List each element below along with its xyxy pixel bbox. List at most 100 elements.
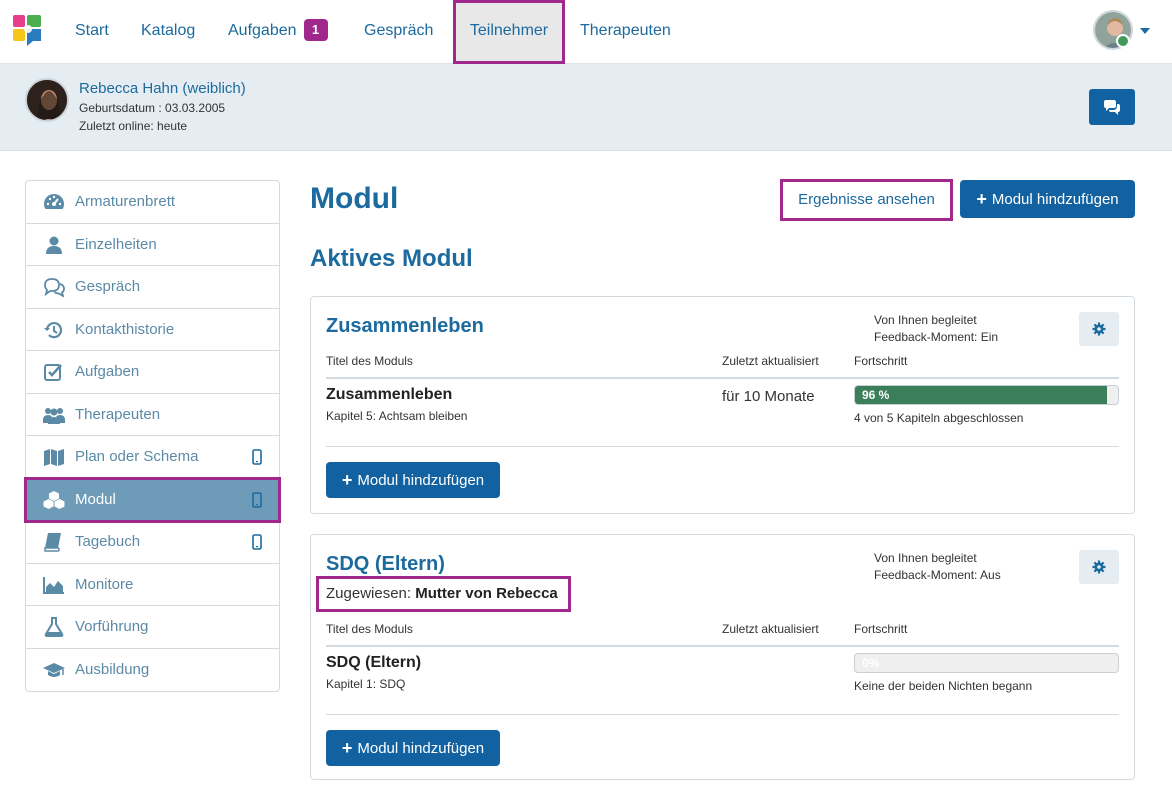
tasks-count-badge: 1 <box>303 19 328 41</box>
module-row-title[interactable]: Zusammenleben <box>326 386 452 404</box>
nav-aufgaben-label: Aufgaben <box>228 22 297 39</box>
mobile-icon <box>252 491 262 508</box>
table-header-divider <box>326 645 1119 647</box>
comments-icon <box>44 278 65 297</box>
sidebar-item-einzelheiten[interactable]: Einzelheiten <box>26 224 279 266</box>
progress-description: 4 von 5 Kapiteln abgeschlossen <box>854 411 1024 425</box>
sidebar-item-label: Ausbildung <box>75 660 150 678</box>
sidebar-menu: Armaturenbrett Einzelheiten Gespräch Kon… <box>24 180 281 692</box>
supervised-by-text: Von Ihnen begleitet <box>874 551 977 565</box>
sidebar-item-modul[interactable]: Modul <box>24 476 281 523</box>
nav-start-label: Start <box>75 22 109 39</box>
column-header-progress: Fortschritt <box>854 354 908 368</box>
nav-aufgaben[interactable]: Aufgaben 1 <box>228 0 328 64</box>
nav-katalog-label: Katalog <box>141 22 196 39</box>
card-divider <box>326 446 1119 447</box>
sidebar-item-aufgaben[interactable]: Aufgaben <box>26 351 279 394</box>
nav-gespraech[interactable]: Gespräch <box>364 0 433 64</box>
sidebar-item-label: Plan oder Schema <box>75 448 199 465</box>
mobile-icon <box>252 449 262 465</box>
sidebar-item-tagebuch[interactable]: Tagebuch <box>26 521 279 564</box>
add-module-label: Modul hindzufügen <box>357 739 485 757</box>
module-card: SDQ (Eltern) Von Ihnen begleitet Feedbac… <box>310 534 1135 780</box>
module-card-title[interactable]: SDQ (Eltern) <box>326 553 445 576</box>
module-settings-button[interactable] <box>1079 550 1119 584</box>
module-card-title[interactable]: Zusammenleben <box>326 315 484 338</box>
active-module-heading: Aktives Modul <box>310 245 473 272</box>
progress-label: 0% <box>862 656 880 670</box>
chevron-down-icon[interactable] <box>1140 28 1150 34</box>
patient-avatar <box>25 78 69 122</box>
module-row-title[interactable]: SDQ (Eltern) <box>326 654 421 672</box>
column-header-updated: Zuletzt aktualisiert <box>722 622 819 636</box>
book-icon <box>44 533 61 552</box>
add-module-button[interactable]: + Modul hindzufügen <box>960 180 1135 218</box>
sidebar-item-label: Therapeuten <box>75 405 161 423</box>
sidebar-item-label: Vorführung <box>75 618 149 635</box>
sidebar-item-label: Modul <box>75 490 116 508</box>
nav-therapeuten-label: Therapeuten <box>580 22 671 39</box>
dashboard-icon <box>44 194 64 209</box>
graduation-cap-icon <box>43 662 65 677</box>
sidebar-item-label: Tagebuch <box>75 533 141 550</box>
nav-katalog[interactable]: Katalog <box>141 0 195 64</box>
view-results-button[interactable]: Ergebnisse ansehen <box>780 179 953 221</box>
sidebar-item-gespraech[interactable]: Gespräch <box>26 266 279 309</box>
app-logo-icon[interactable] <box>13 15 43 47</box>
map-icon <box>44 449 64 466</box>
sidebar-item-label: Kontakthistorie <box>75 320 175 338</box>
sidebar-item-label: Aufgaben <box>75 363 140 380</box>
sidebar-item-monitore[interactable]: Monitore <box>26 564 279 606</box>
sidebar-item-label: Monitore <box>75 575 134 593</box>
users-icon <box>43 407 65 424</box>
column-header-progress: Fortschritt <box>854 622 908 636</box>
check-square-icon <box>44 364 62 381</box>
table-header-divider <box>326 377 1119 379</box>
add-module-label: Modul hindzufügen <box>357 471 485 489</box>
nav-gespraech-label: Gespräch <box>364 22 434 39</box>
top-navigation: Start Katalog Aufgaben 1 Gespräch Teilneh… <box>0 0 1172 64</box>
plus-icon: + <box>976 189 987 209</box>
sidebar-item-therapeuten[interactable]: Therapeuten <box>26 394 279 436</box>
assigned-prefix: Zugewiesen: <box>326 585 412 602</box>
card-divider <box>326 714 1119 715</box>
plus-icon: + <box>341 470 353 490</box>
sidebar-item-ausbildung[interactable]: Ausbildung <box>26 649 279 692</box>
sidebar-item-armaturenbrett[interactable]: Armaturenbrett <box>26 181 279 224</box>
nav-teilnehmer[interactable]: Teilnehmer <box>453 0 565 64</box>
sidebar-item-label: Einzelheiten <box>75 235 157 253</box>
chat-button[interactable] <box>1089 89 1135 125</box>
history-icon <box>44 321 63 338</box>
comments-icon <box>1104 99 1120 115</box>
feedback-moment-text: Feedback-Moment: Aus <box>874 568 1001 582</box>
progress-bar: 96 % <box>854 385 1119 405</box>
column-header-updated: Zuletzt aktualisiert <box>722 354 819 368</box>
patient-name[interactable]: Rebecca Hahn (weiblich) <box>79 80 246 97</box>
sidebar-item-vorfuehrung[interactable]: Vorführung <box>26 606 279 649</box>
progress-fill: 96 % <box>855 386 1108 404</box>
add-module-button[interactable]: + Modul hindzufügen <box>326 462 500 498</box>
module-card: Zusammenleben Von Ihnen begleitet Feedba… <box>310 296 1135 514</box>
supervised-by-text: Von Ihnen begleitet <box>874 313 977 327</box>
module-row-updated: für 10 Monate <box>722 388 815 405</box>
module-meta: Von Ihnen begleitet Feedback-Moment: Aus <box>874 550 1001 584</box>
sidebar-item-kontakthistorie[interactable]: Kontakthistorie <box>26 309 279 351</box>
gear-icon <box>1092 322 1106 336</box>
patient-birthdate: Geburtsdatum : 03.03.2005 <box>79 101 226 115</box>
nav-start[interactable]: Start <box>75 0 109 64</box>
module-row-chapter: Kapitel 1: SDQ <box>326 677 406 691</box>
patient-photo-icon <box>27 80 67 120</box>
feedback-moment-text: Feedback-Moment: Ein <box>874 330 999 344</box>
nav-therapeuten[interactable]: Therapeuten <box>580 0 671 64</box>
sidebar-item-plan-oder-schema[interactable]: Plan oder Schema <box>26 436 279 479</box>
module-settings-button[interactable] <box>1079 312 1119 346</box>
column-header-title: Titel des Moduls <box>326 622 413 636</box>
patient-last-online: Zuletzt online: heute <box>79 119 188 133</box>
add-module-button[interactable]: + Modul hindzufügen <box>326 730 500 766</box>
page-title: Modul <box>310 182 399 215</box>
area-chart-icon <box>43 576 64 594</box>
add-module-label: Modul hindzufügen <box>991 190 1119 208</box>
progress-label: 96 % <box>862 388 890 402</box>
sidebar-item-label: Armaturenbrett <box>75 193 176 210</box>
assigned-to-label: Zugewiesen: Mutter von Rebecca <box>316 576 571 612</box>
